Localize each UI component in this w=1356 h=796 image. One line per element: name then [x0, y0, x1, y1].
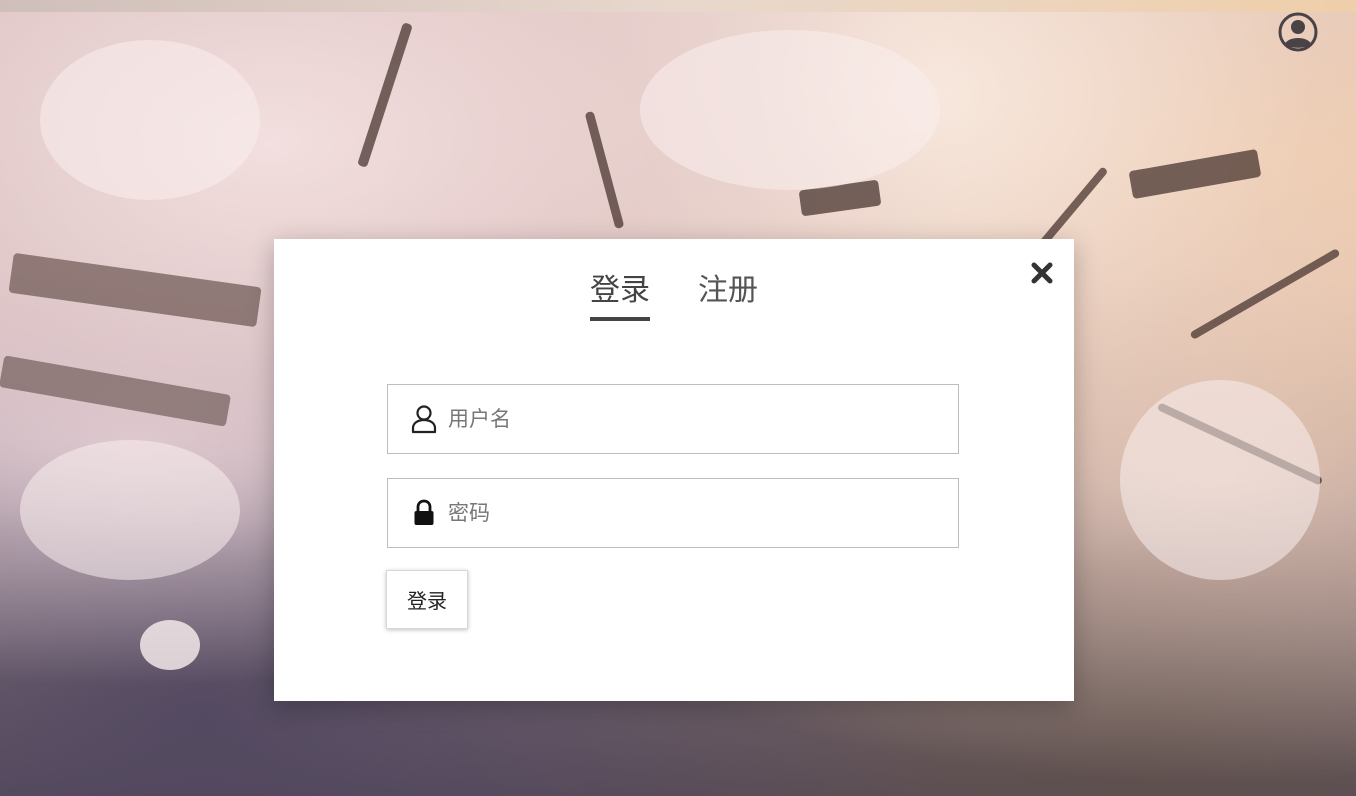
tab-register[interactable]: 注册 — [698, 271, 758, 321]
top-strip — [0, 0, 1356, 12]
login-page: 登录 注册 登录 — [0, 0, 1356, 796]
tab-login[interactable]: 登录 — [590, 271, 650, 321]
password-field[interactable] — [387, 478, 959, 548]
lock-icon — [410, 497, 438, 529]
username-input[interactable] — [446, 406, 930, 432]
login-submit-button[interactable]: 登录 — [386, 570, 468, 629]
password-input[interactable] — [446, 500, 930, 526]
user-avatar-icon[interactable] — [1278, 12, 1318, 52]
auth-tabs: 登录 注册 — [274, 271, 1074, 321]
login-modal: 登录 注册 登录 — [274, 239, 1074, 701]
user-outline-icon — [410, 403, 438, 435]
username-field[interactable] — [387, 384, 959, 454]
